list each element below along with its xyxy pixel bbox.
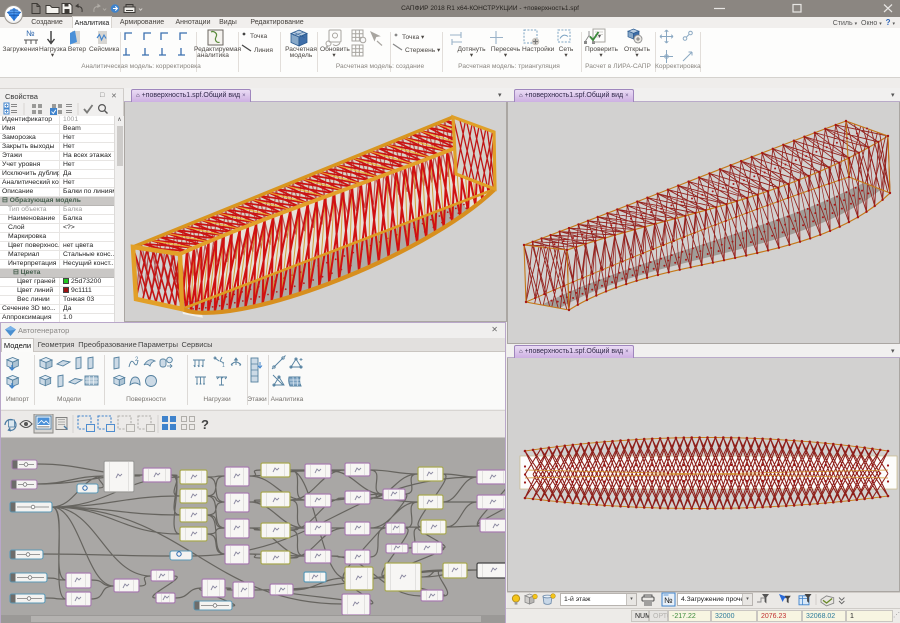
svg-text:№: №: [26, 29, 35, 38]
svg-text:№: №: [664, 596, 673, 605]
svg-text:1: 1: [222, 363, 225, 369]
svg-text:?: ?: [201, 417, 209, 432]
svg-text:2: 2: [135, 357, 139, 363]
